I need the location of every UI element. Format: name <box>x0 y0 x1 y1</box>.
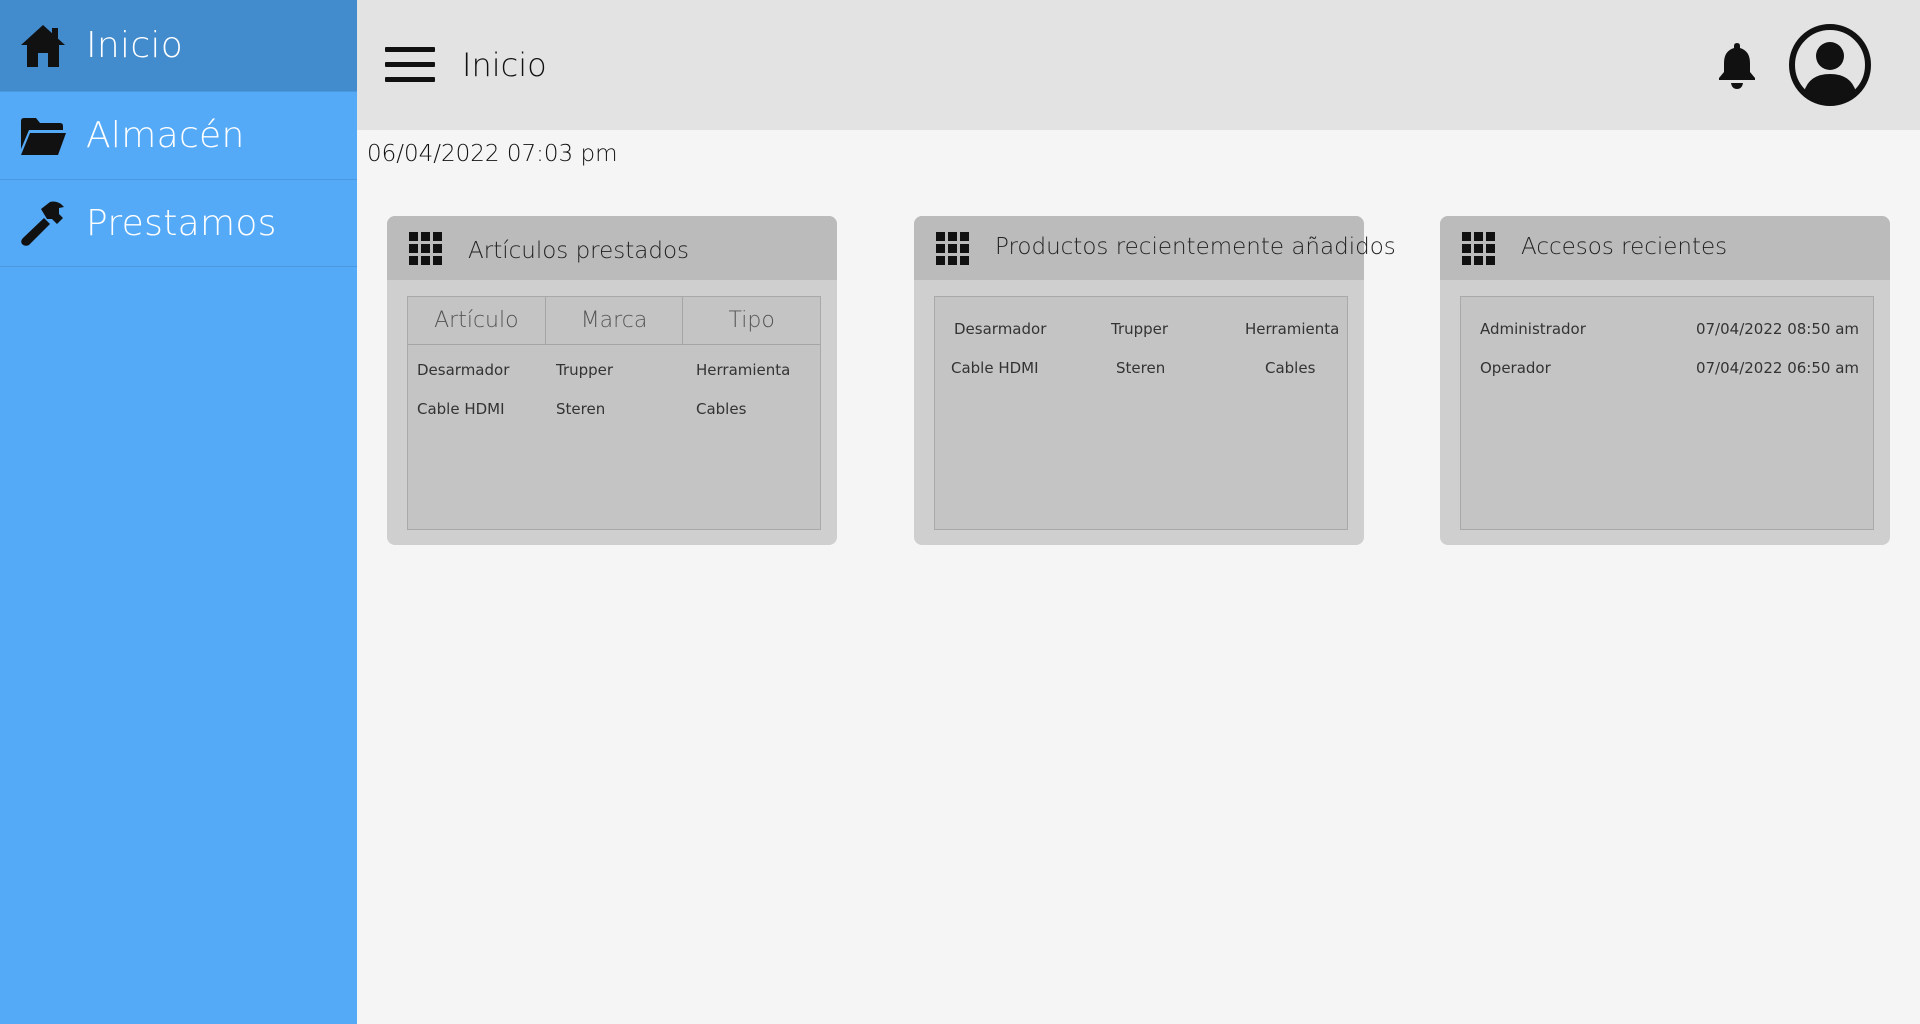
hammer-icon <box>18 198 68 248</box>
loaned-items-table: Artículo Marca Tipo Desarmador Trupper H… <box>407 296 821 530</box>
table-cell: Herramienta <box>696 361 791 379</box>
table-cell: Cables <box>696 400 747 418</box>
card-articulos-prestados: Artículos prestados Artículo Marca Tipo … <box>387 216 837 545</box>
column-header[interactable]: Marca <box>546 297 684 344</box>
access-timestamp: 07/04/2022 08:50 am <box>1695 320 1859 338</box>
list-item[interactable]: Desarmador Trupper Herramienta <box>935 320 1347 344</box>
card-title: Accesos recientes <box>1521 234 1728 260</box>
sidebar-item-label: Prestamos <box>86 202 277 244</box>
card-title: Productos recientemente añadidos <box>995 234 1396 260</box>
table-cell: Trupper <box>556 361 614 379</box>
list-cell: Steren <box>1116 359 1166 377</box>
sidebar: Inicio Almacén Prestamos <box>0 0 357 1024</box>
sidebar-item-prestamos[interactable]: Prestamos <box>0 180 357 267</box>
column-header[interactable]: Artículo <box>408 297 546 344</box>
table-row[interactable]: Cable HDMI Steren Cables <box>408 400 820 424</box>
list-cell: Desarmador <box>954 320 1047 338</box>
list-item[interactable]: Cable HDMI Steren Cables <box>935 359 1347 383</box>
column-header[interactable]: Tipo <box>683 297 820 344</box>
grid-icon <box>409 232 442 265</box>
list-item[interactable]: Administrador 07/04/2022 08:50 am <box>1461 320 1873 344</box>
user-account-icon[interactable] <box>1787 22 1873 108</box>
list-cell: Herramienta <box>1245 320 1340 338</box>
card-header: Productos recientemente añadidos <box>914 216 1396 280</box>
user-name: Administrador <box>1480 320 1586 338</box>
grid-icon <box>936 232 969 265</box>
sidebar-item-almacen[interactable]: Almacén <box>0 92 357 180</box>
card-productos-recientes: Productos recientemente añadidos Desarma… <box>914 216 1396 545</box>
card-title: Artículos prestados <box>468 238 690 264</box>
card-header: Artículos prestados <box>387 216 837 280</box>
home-icon <box>18 21 68 71</box>
table-cell: Steren <box>556 400 606 418</box>
grid-icon <box>1462 232 1495 265</box>
bell-icon[interactable] <box>1712 40 1762 90</box>
table-cell: Desarmador <box>417 361 510 379</box>
table-header: Artículo Marca Tipo <box>408 297 820 345</box>
table-cell: Cable HDMI <box>417 400 505 418</box>
top-bar: Inicio <box>357 0 1920 130</box>
list-cell: Trupper <box>1111 320 1169 338</box>
page-title: Inicio <box>462 46 547 84</box>
sidebar-item-label: Inicio <box>86 25 184 66</box>
hamburger-menu-icon[interactable] <box>385 47 435 83</box>
card-header: Accesos recientes <box>1440 216 1890 280</box>
sidebar-item-inicio[interactable]: Inicio <box>0 0 357 92</box>
recent-access-list: Administrador 07/04/2022 08:50 am Operad… <box>1460 296 1874 530</box>
card-accesos-recientes: Accesos recientes Administrador 07/04/20… <box>1440 216 1890 545</box>
folder-icon <box>18 111 68 161</box>
access-timestamp: 07/04/2022 06:50 am <box>1695 359 1859 377</box>
current-datetime: 06/04/2022 07:03 pm <box>367 141 618 167</box>
sidebar-item-label: Almacén <box>86 115 245 156</box>
table-row[interactable]: Desarmador Trupper Herramienta <box>408 361 820 385</box>
list-cell: Cable HDMI <box>951 359 1039 377</box>
list-cell: Cables <box>1265 359 1316 377</box>
user-name: Operador <box>1480 359 1551 377</box>
list-item[interactable]: Operador 07/04/2022 06:50 am <box>1461 359 1873 383</box>
recent-products-list: Desarmador Trupper Herramienta Cable HDM… <box>934 296 1348 530</box>
